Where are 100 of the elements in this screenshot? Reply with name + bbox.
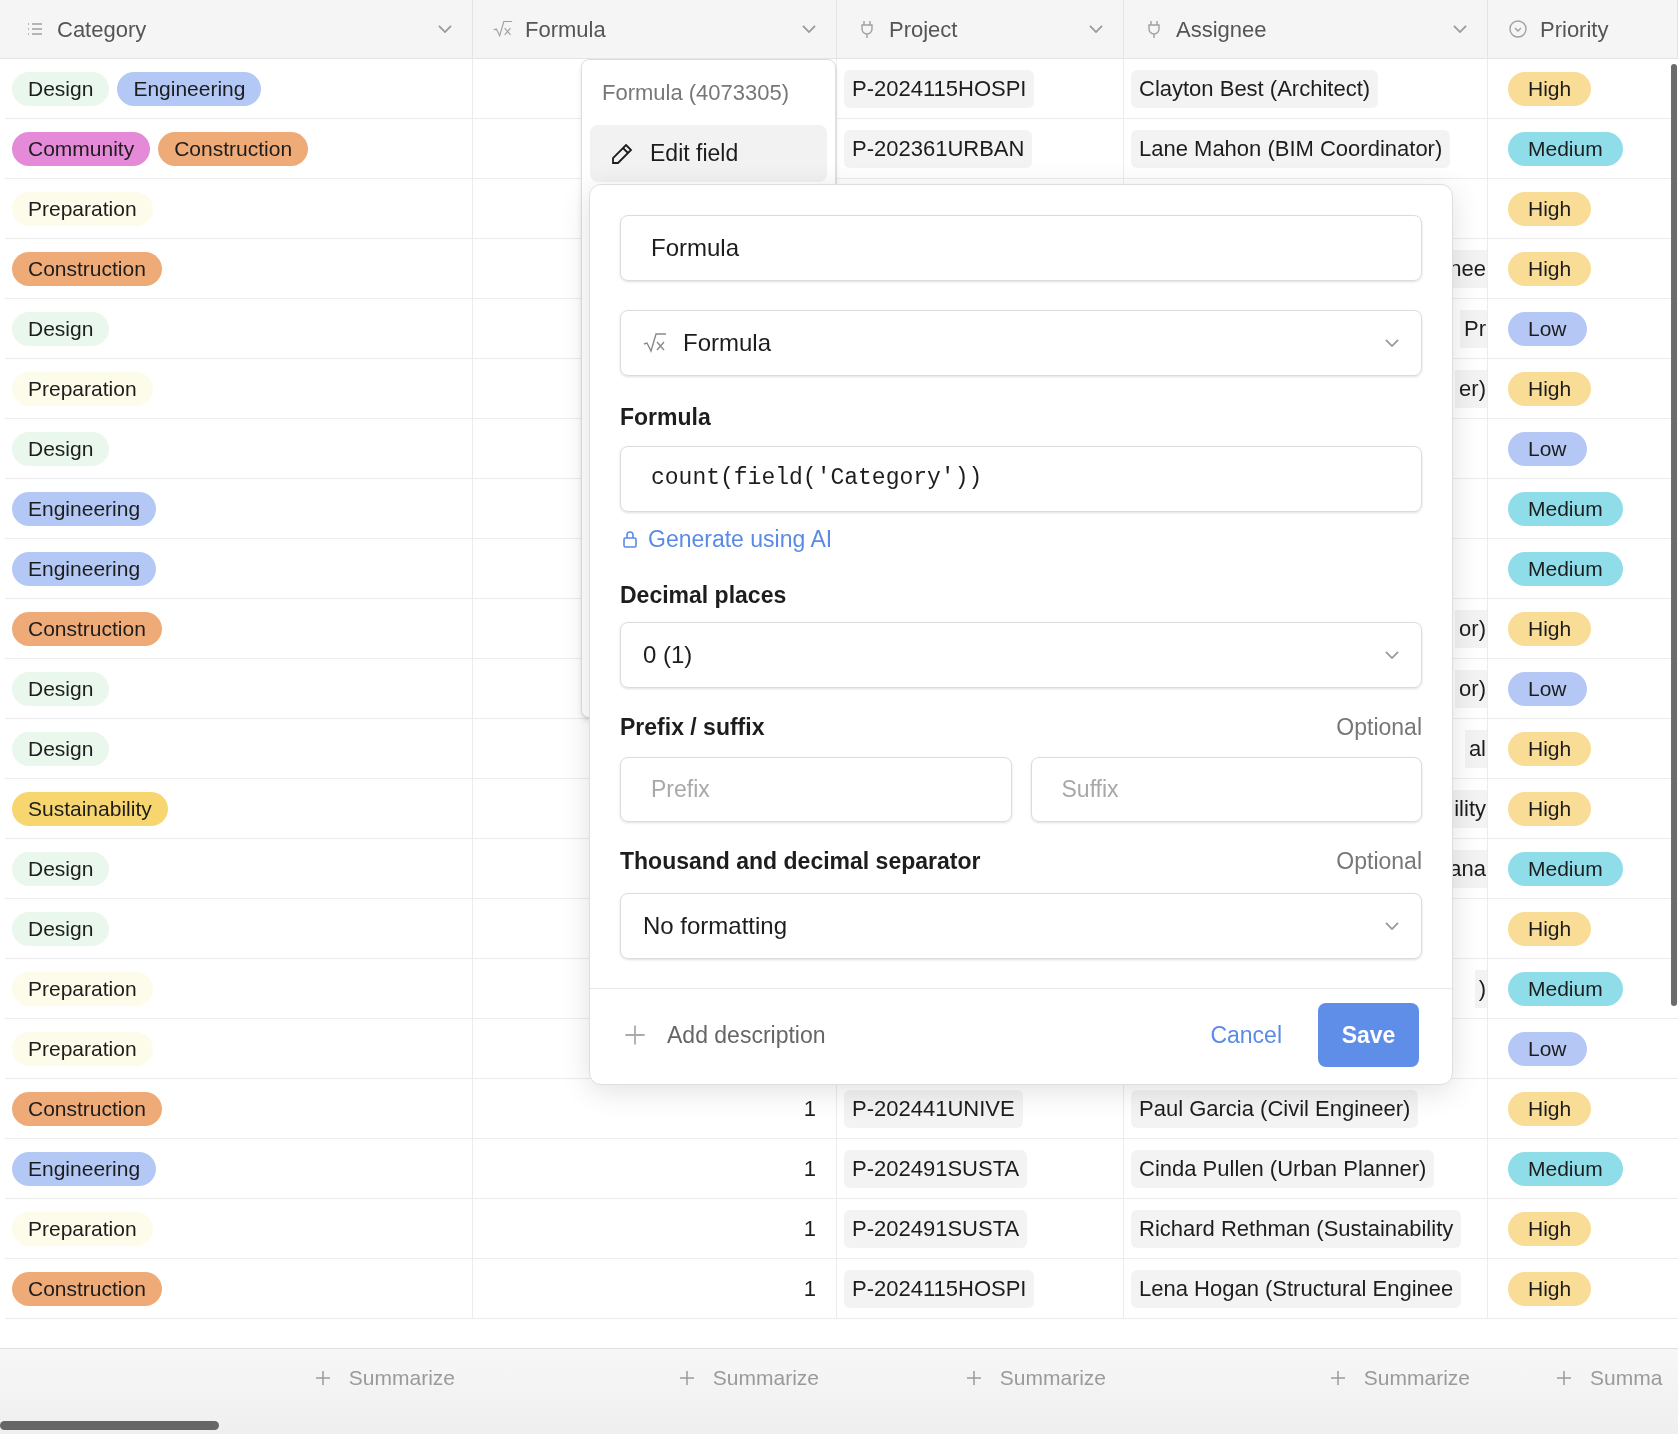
project-chip: P-202491SUSTA	[844, 1209, 1028, 1248]
square-root-icon	[643, 333, 667, 353]
assignee-chip: Lena Hogan (Structural Enginee	[1131, 1269, 1462, 1308]
tag: Preparation	[12, 191, 153, 226]
menu-title: Formula (4073305)	[601, 79, 791, 107]
tag: Preparation	[12, 971, 153, 1006]
optional-label: Optional	[1336, 712, 1422, 742]
tag: Design	[12, 911, 110, 946]
suffix-field[interactable]: Suffix	[1030, 757, 1422, 822]
priority-tag: High	[1508, 791, 1592, 826]
plus-icon	[1554, 1368, 1574, 1388]
plus-icon	[623, 1023, 647, 1048]
square-root-icon	[493, 19, 513, 39]
tag: Preparation	[12, 1031, 153, 1066]
priority-tag: Low	[1508, 311, 1587, 346]
chevron-down-icon	[1453, 25, 1467, 33]
pencil-icon	[610, 141, 634, 166]
horizontal-scrollbar[interactable]	[0, 1421, 219, 1430]
table-cell-text: 1	[803, 1095, 816, 1123]
tag: Design	[12, 71, 110, 106]
tag: Engineering	[12, 1151, 157, 1186]
tag: Construction	[12, 1271, 162, 1306]
priority-tag: High	[1508, 1211, 1592, 1246]
priority-tag: Low	[1508, 1031, 1587, 1066]
priority-tag: Medium	[1508, 971, 1623, 1006]
field-label: Formula	[620, 403, 712, 432]
priority-tag: Low	[1508, 431, 1587, 466]
tag: Preparation	[12, 371, 153, 406]
assignee-chip: Richard Rethman (Sustainability	[1131, 1209, 1462, 1248]
chevron-down-icon	[438, 25, 452, 33]
tag: Engineering	[117, 71, 262, 106]
column-header[interactable]: Priority	[1488, 0, 1678, 58]
decimal-places-select[interactable]: 0 (1)	[620, 621, 1422, 688]
separator-select[interactable]: No formatting	[620, 892, 1422, 959]
tag: Engineering	[12, 551, 157, 586]
menu-item[interactable]: Edit field	[590, 125, 827, 182]
assignee-chip: al	[1464, 729, 1487, 768]
assignee-chip: )	[1474, 969, 1487, 1008]
column-header[interactable]: Formula	[473, 0, 837, 58]
assignee-chip: Paul Garcia (Civil Engineer)	[1131, 1089, 1419, 1128]
assignee-chip: Clayton Best (Architect)	[1131, 69, 1379, 108]
priority-tag: Medium	[1508, 491, 1623, 526]
tag: Design	[12, 311, 110, 346]
priority-tag: High	[1508, 191, 1592, 226]
priority-tag: Medium	[1508, 131, 1623, 166]
chevron-down-icon	[802, 25, 816, 33]
column-header[interactable]: Category	[5, 0, 473, 58]
priority-tag: High	[1508, 371, 1592, 406]
priority-tag: Medium	[1508, 1151, 1623, 1186]
name-field[interactable]: Formula	[620, 215, 1422, 281]
tag: Construction	[12, 251, 162, 286]
tag: Construction	[158, 131, 309, 166]
priority-tag: High	[1508, 611, 1592, 646]
field-label: Prefix / suffix	[620, 712, 765, 742]
priority-tag: Medium	[1508, 851, 1623, 886]
tag: Community	[12, 131, 151, 166]
column-header[interactable]: Project	[837, 0, 1124, 58]
assignee-chip: or)	[1455, 669, 1487, 708]
tag: Engineering	[12, 491, 157, 526]
optional-label: Optional	[1336, 847, 1422, 876]
assignee-chip: Cinda Pullen (Urban Planner)	[1131, 1149, 1435, 1188]
assignee-chip: or)	[1455, 609, 1487, 648]
priority-tag: High	[1508, 1091, 1592, 1126]
lock-icon	[620, 528, 640, 549]
chevron-down-icon	[1089, 25, 1103, 33]
project-chip: P-2024115HOSPI	[844, 1269, 1035, 1308]
priority-tag: High	[1508, 911, 1592, 946]
chevron-down-icon	[1385, 921, 1399, 930]
priority-tag: High	[1508, 71, 1592, 106]
table-cell-text: 1	[803, 1155, 816, 1183]
priority-tag: High	[1508, 251, 1592, 286]
field-type-select[interactable]: Formula	[620, 310, 1422, 376]
tag: Design	[12, 851, 110, 886]
assignee-chip: er)	[1455, 369, 1487, 408]
priority-tag: Low	[1508, 671, 1587, 706]
column-header[interactable]: Assignee	[1124, 0, 1488, 58]
prefix-field[interactable]: Prefix	[620, 757, 1012, 822]
tag: Construction	[12, 611, 162, 646]
priority-tag: High	[1508, 731, 1592, 766]
tag: Preparation	[12, 1211, 153, 1246]
priority-tag: Medium	[1508, 551, 1623, 586]
project-chip: P-202441UNIVE	[844, 1089, 1023, 1128]
priority-tag: High	[1508, 1271, 1592, 1306]
tag: Design	[12, 731, 110, 766]
project-chip: P-202491SUSTA	[844, 1149, 1028, 1188]
assignee-chip: Pr	[1460, 309, 1487, 348]
add-description-button[interactable]: Add description	[623, 1018, 826, 1053]
formula-field[interactable]: count(field('Category'))	[620, 445, 1422, 512]
project-chip: P-202361URBAN	[844, 129, 1033, 168]
chevron-down-icon	[1385, 339, 1399, 347]
vertical-scrollbar[interactable]	[1671, 64, 1677, 1006]
assignee-chip: Lane Mahon (BIM Coordinator)	[1131, 129, 1451, 168]
tag: Construction	[12, 1091, 162, 1126]
circle-chevron-icon	[1508, 19, 1528, 39]
field-label: Thousand and decimal separator	[620, 847, 981, 876]
field-label: Decimal places	[620, 581, 788, 610]
tag: Design	[12, 431, 110, 466]
tag: Design	[12, 671, 110, 706]
table-cell-text: 1	[803, 1215, 816, 1243]
tag: Sustainability	[12, 791, 168, 826]
